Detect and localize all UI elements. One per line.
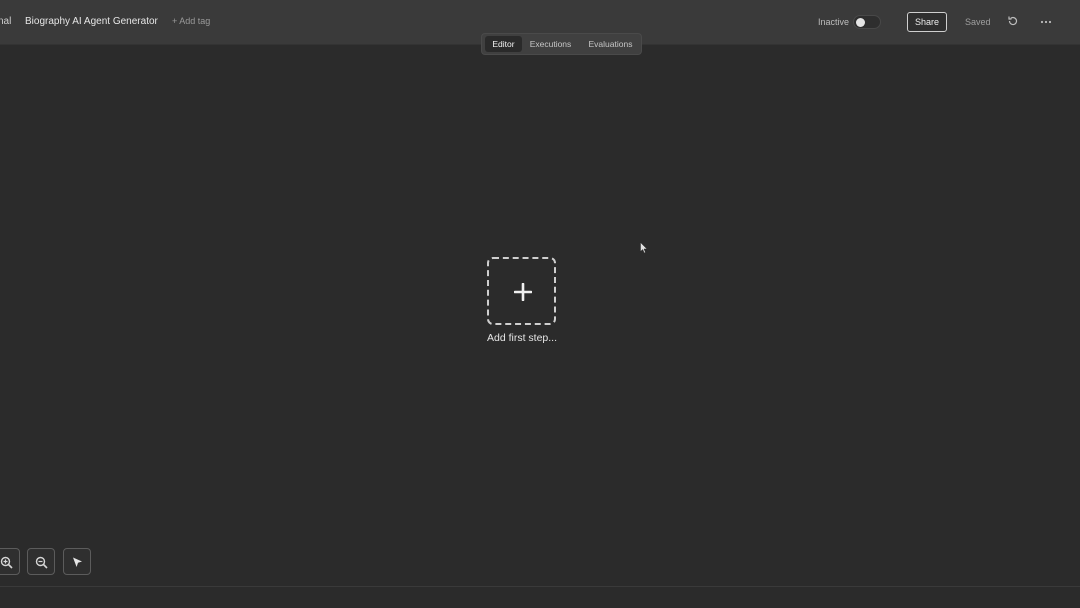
breadcrumb[interactable]: nal [0, 16, 11, 27]
active-status-label: Inactive [818, 17, 850, 27]
share-button[interactable]: Share [907, 12, 947, 32]
view-tabs: Editor Executions Evaluations [481, 33, 642, 55]
more-icon[interactable] [1040, 20, 1052, 24]
add-first-step-button[interactable] [487, 257, 556, 325]
plus-icon [514, 283, 532, 301]
zoom-out-icon [35, 556, 48, 569]
mouse-cursor-icon [640, 242, 648, 254]
history-icon[interactable] [1007, 15, 1019, 27]
tab-editor[interactable]: Editor [485, 36, 522, 52]
zoom-in-icon [0, 556, 13, 569]
bottom-divider [0, 586, 1080, 587]
add-tag-button[interactable]: + Add tag [172, 16, 210, 26]
zoom-out-button[interactable] [27, 548, 55, 575]
workflow-title[interactable]: Biography AI Agent Generator [25, 16, 158, 27]
select-tool-button[interactable] [63, 548, 91, 575]
add-first-step-label: Add first step... [486, 332, 558, 344]
tab-executions[interactable]: Executions [527, 36, 574, 52]
active-toggle[interactable] [853, 15, 881, 29]
zoom-in-button[interactable] [0, 548, 20, 575]
toggle-knob [856, 18, 865, 27]
saved-status: Saved [965, 17, 991, 27]
select-tool-icon [73, 557, 82, 567]
tab-evaluations[interactable]: Evaluations [583, 36, 638, 52]
